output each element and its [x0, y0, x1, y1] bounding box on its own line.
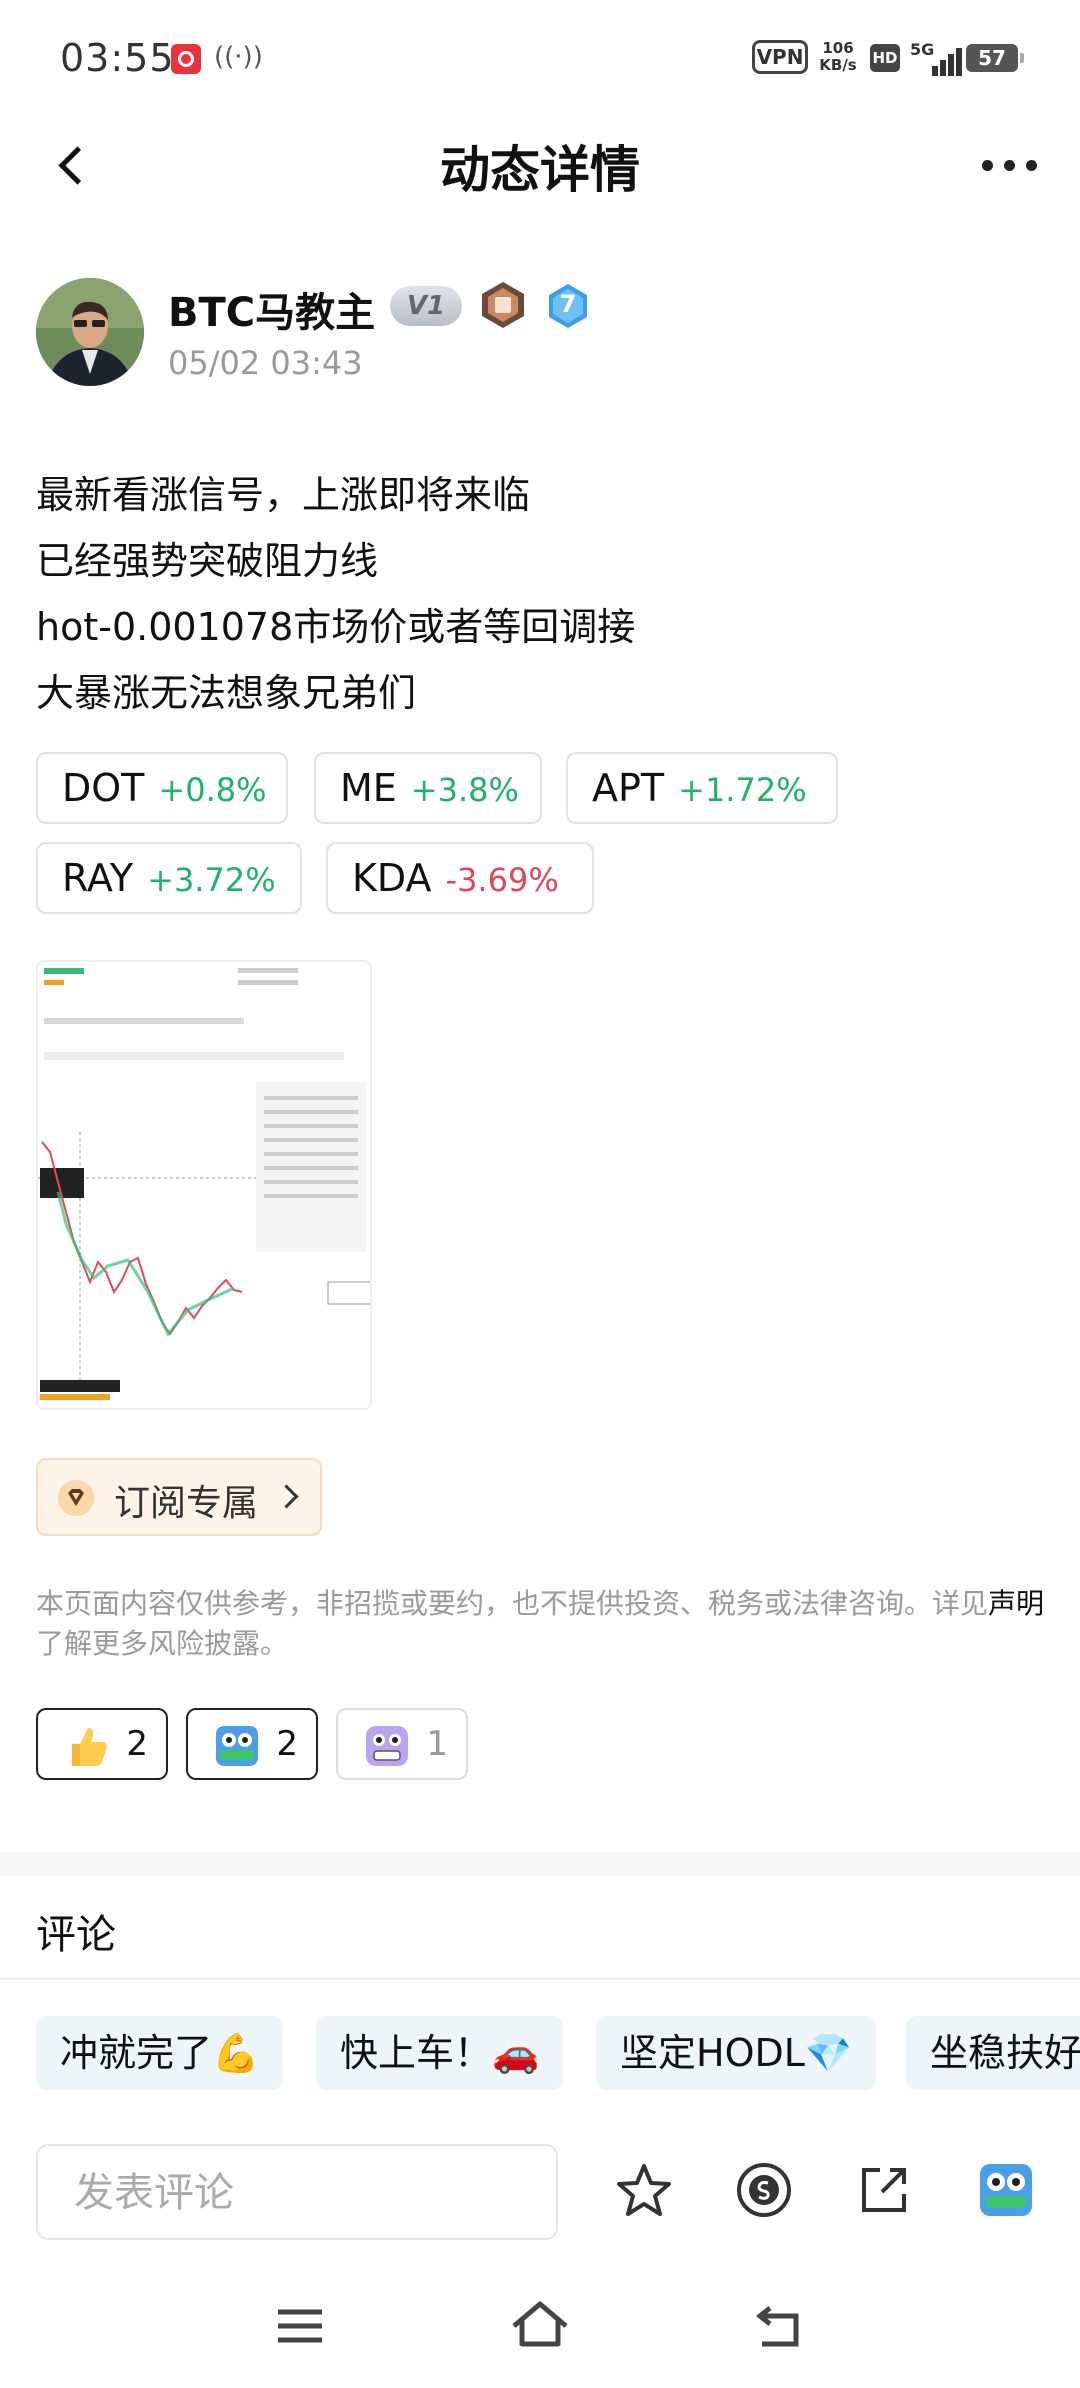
quick-comment-chip[interactable]: 冲就完了💪: [36, 2016, 284, 2090]
status-bar: 03:55 ((·)) VPN 106 KB/s HD 5G 57: [0, 0, 1080, 110]
subscribe-exclusive-button[interactable]: 订阅专属: [36, 1458, 322, 1536]
vpn-icon: VPN: [752, 40, 808, 74]
ticker-chip-apt[interactable]: APT +1.72%: [566, 752, 838, 824]
post-content: 最新看涨信号，上涨即将来临 已经强势突破阻力线 hot-0.001078市场价或…: [36, 462, 1036, 726]
reaction-count: 1: [426, 1724, 448, 1764]
back-nav-icon[interactable]: [748, 2296, 812, 2356]
hodl-icon: [214, 1724, 260, 1768]
share-icon[interactable]: [852, 2158, 916, 2222]
menu-icon[interactable]: [268, 2296, 332, 2356]
ticker-symbol: ME: [340, 766, 397, 810]
notification-app-icon: [171, 44, 201, 74]
ticker-chip-me[interactable]: ME +3.8%: [314, 752, 542, 824]
quick-comment-chip[interactable]: 快上车！🚗: [316, 2016, 564, 2090]
rank-medal-icon: [478, 280, 528, 330]
section-divider: [0, 1852, 1080, 1876]
comment-input[interactable]: [74, 2166, 534, 2220]
ticker-symbol: RAY: [62, 856, 134, 900]
post-timestamp: 05/02 03:43: [168, 344, 363, 382]
signal-icon: 5G: [910, 38, 962, 76]
star-icon[interactable]: [612, 2158, 676, 2222]
nav-header: 动态详情: [0, 110, 1080, 220]
network-type: 5G: [910, 40, 935, 59]
quick-comment-chip[interactable]: 坐稳扶好: [906, 2016, 1080, 2090]
ticker-symbol: APT: [592, 766, 665, 810]
thumbs-up-icon: [64, 1724, 110, 1768]
hotspot-icon: ((·)): [214, 42, 263, 72]
diamond-icon: [58, 1480, 94, 1516]
chevron-right-icon: [278, 1486, 300, 1508]
disclaimer: 本页面内容仅供参考，非招揽或要约，也不提供投资、税务或法律咨询。详见声明了解更多…: [36, 1584, 1046, 1664]
ticker-change: -3.69%: [445, 861, 559, 899]
reaction-thumbs-up[interactable]: 2: [36, 1708, 168, 1780]
network-speed-unit: KB/s: [819, 56, 857, 74]
quick-comment-chip[interactable]: 坚定HODL💎: [596, 2016, 877, 2090]
hodl-reaction-icon[interactable]: [974, 2158, 1038, 2222]
ticker-symbol: KDA: [352, 856, 432, 900]
author-name[interactable]: BTC马教主: [168, 280, 375, 338]
post-line: hot-0.001078市场价或者等回调接: [36, 605, 636, 649]
ticker-change: +3.8%: [410, 771, 519, 809]
status-time: 03:55: [60, 36, 175, 80]
ticker-change: +0.8%: [158, 771, 267, 809]
ticker-change: +1.72%: [678, 771, 807, 809]
ticker-chip-dot[interactable]: DOT +0.8%: [36, 752, 288, 824]
avatar[interactable]: [36, 278, 144, 386]
reaction-grimace[interactable]: 1: [336, 1708, 468, 1780]
chart-image[interactable]: [36, 960, 372, 1410]
reaction-count: 2: [126, 1724, 148, 1764]
comments-title: 评论: [36, 1912, 116, 1958]
subscribe-label: 订阅专属: [114, 1483, 259, 1524]
disclaimer-link[interactable]: 声明: [988, 1587, 1044, 1620]
grimace-icon: [364, 1724, 410, 1768]
disclaimer-text-end: 了解更多风险披露。: [36, 1627, 289, 1660]
vip-badge: V1: [390, 286, 462, 326]
hd-icon: HD: [870, 44, 900, 72]
ticker-change: +3.72%: [147, 861, 276, 899]
tip-coin-icon[interactable]: [732, 2158, 796, 2222]
ticker-chip-kda[interactable]: KDA -3.69%: [326, 842, 594, 914]
ticker-chip-ray[interactable]: RAY +3.72%: [36, 842, 302, 914]
level-badge-icon: 7: [546, 282, 590, 330]
level-number: 7: [559, 290, 577, 318]
post-line: 最新看涨信号，上涨即将来临: [36, 473, 531, 517]
reaction-hodl[interactable]: 2: [186, 1708, 318, 1780]
more-options-button[interactable]: [980, 148, 1040, 178]
comment-input-box[interactable]: [36, 2144, 558, 2240]
network-speed-value: 106: [822, 39, 854, 57]
home-icon[interactable]: [508, 2296, 572, 2356]
battery-icon: 57: [966, 44, 1024, 72]
disclaimer-text: 本页面内容仅供参考，非招揽或要约，也不提供投资、税务或法律咨询。详见: [36, 1587, 989, 1620]
divider: [0, 1978, 1080, 1980]
post-line: 大暴涨无法想象兄弟们: [36, 671, 417, 715]
post-line: 已经强势突破阻力线: [36, 539, 379, 583]
ticker-symbol: DOT: [62, 766, 145, 810]
page-title: 动态详情: [440, 141, 640, 199]
network-speed: 106 KB/s: [818, 40, 858, 74]
reaction-count: 2: [276, 1724, 298, 1764]
